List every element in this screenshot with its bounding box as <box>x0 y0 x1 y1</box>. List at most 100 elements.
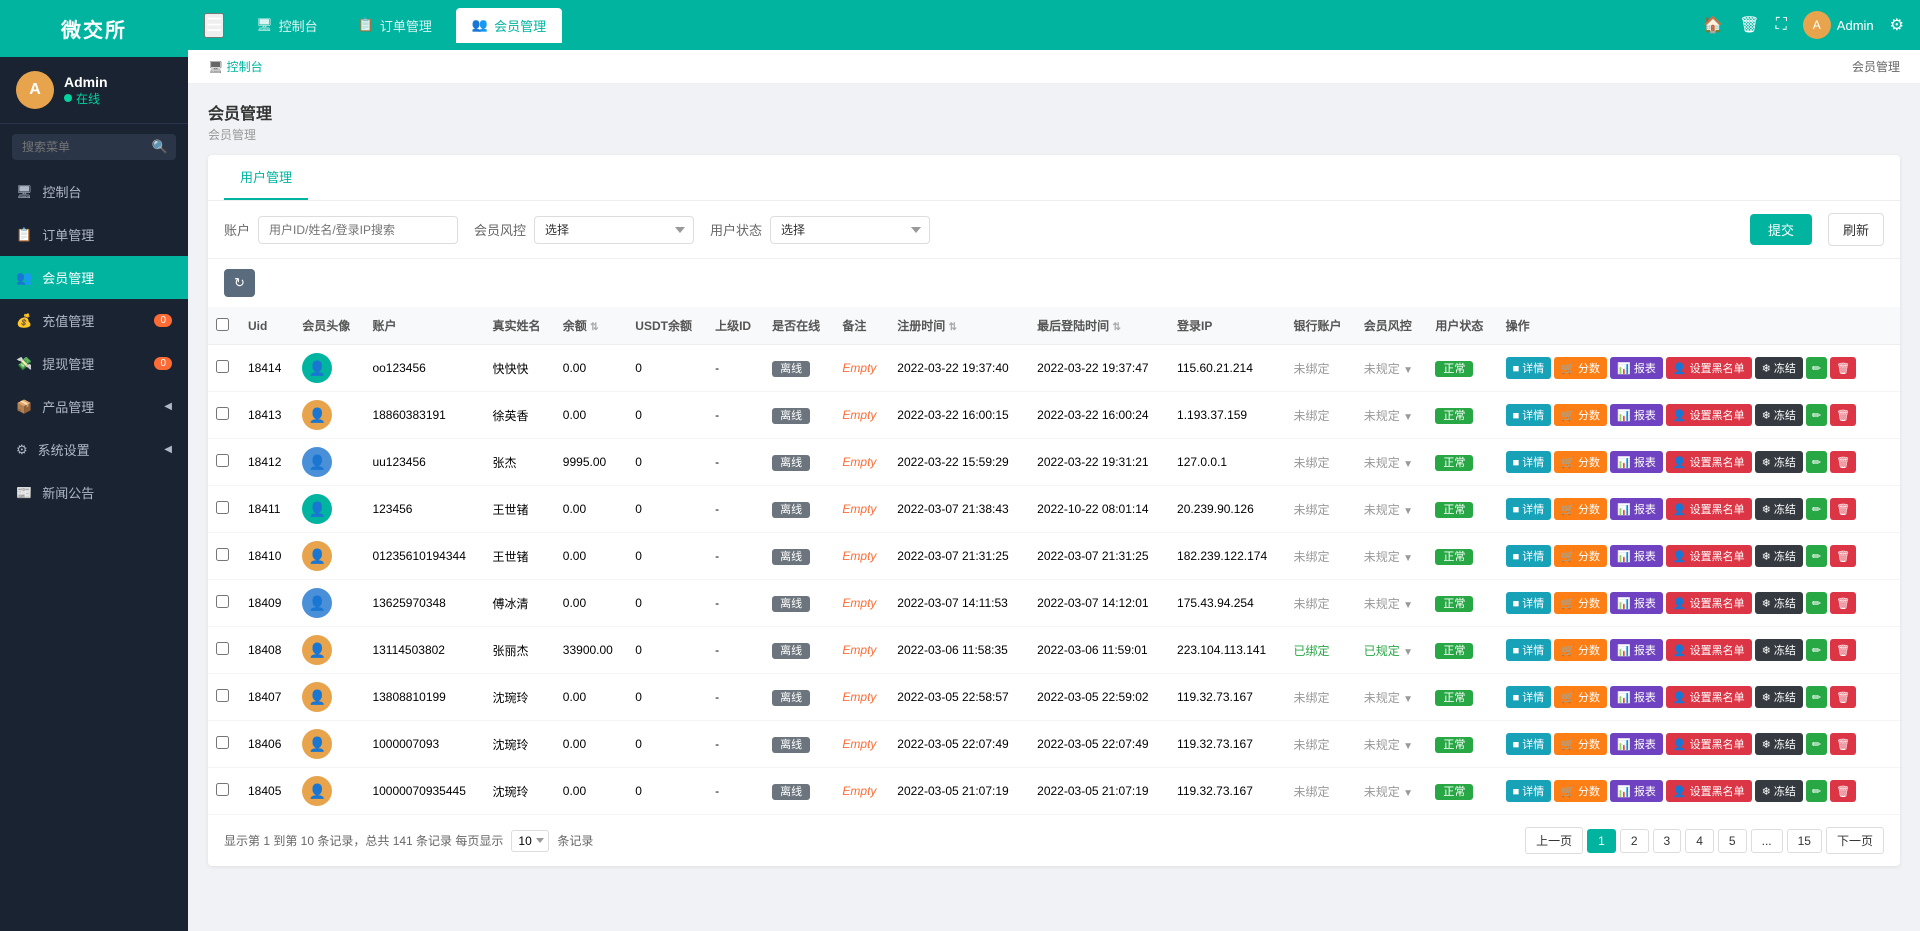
tab-user-management[interactable]: 用户管理 <box>224 155 308 200</box>
home-icon[interactable]: 🏠 <box>1703 15 1723 35</box>
blacklist-button[interactable]: 👤 设置黑名单 <box>1666 404 1752 426</box>
report-button[interactable]: 📊 报表 <box>1610 733 1663 755</box>
row-checkbox-2[interactable] <box>216 454 229 467</box>
edit-button[interactable]: ✏ <box>1806 545 1827 567</box>
page-2-button[interactable]: 2 <box>1620 829 1649 853</box>
freeze-button[interactable]: ❄ 冻结 <box>1755 780 1803 802</box>
detail-button[interactable]: ■ 详情 <box>1506 592 1552 614</box>
edit-button[interactable]: ✏ <box>1806 498 1827 520</box>
sidebar-item-orders[interactable]: 📋 订单管理 <box>0 213 188 256</box>
blacklist-button[interactable]: 👤 设置黑名单 <box>1666 545 1752 567</box>
score-button[interactable]: 🛒 分数 <box>1554 404 1607 426</box>
page-5-button[interactable]: 5 <box>1718 829 1747 853</box>
report-button[interactable]: 📊 报表 <box>1610 357 1663 379</box>
freeze-button[interactable]: ❄ 冻结 <box>1755 498 1803 520</box>
report-button[interactable]: 📊 报表 <box>1610 686 1663 708</box>
score-button[interactable]: 🛒 分数 <box>1554 451 1607 473</box>
breadcrumb-dashboard[interactable]: 控制台 <box>227 60 263 74</box>
edit-button[interactable]: ✏ <box>1806 686 1827 708</box>
sidebar-item-dashboard[interactable]: 🖥 控制台 <box>0 170 188 213</box>
next-page-button[interactable]: 下一页 <box>1826 827 1884 854</box>
delete-button[interactable]: 🗑 <box>1830 733 1856 755</box>
report-button[interactable]: 📊 报表 <box>1610 404 1663 426</box>
freeze-button[interactable]: ❄ 冻结 <box>1755 357 1803 379</box>
tab-members[interactable]: 👥 会员管理 <box>456 8 562 43</box>
trash-icon[interactable]: 🗑 <box>1739 15 1759 35</box>
freeze-button[interactable]: ❄ 冻结 <box>1755 404 1803 426</box>
row-checkbox-3[interactable] <box>216 501 229 514</box>
freeze-button[interactable]: ❄ 冻结 <box>1755 733 1803 755</box>
delete-button[interactable]: 🗑 <box>1830 451 1856 473</box>
row-checkbox-7[interactable] <box>216 689 229 702</box>
menu-toggle-button[interactable]: ☰ <box>204 13 224 38</box>
blacklist-button[interactable]: 👤 设置黑名单 <box>1666 451 1752 473</box>
edit-button[interactable]: ✏ <box>1806 404 1827 426</box>
delete-button[interactable]: 🗑 <box>1830 780 1856 802</box>
blacklist-button[interactable]: 👤 设置黑名单 <box>1666 498 1752 520</box>
filter-status-select[interactable]: 选择 正常 冻结 <box>770 216 930 244</box>
score-button[interactable]: 🛒 分数 <box>1554 357 1607 379</box>
edit-button[interactable]: ✏ <box>1806 592 1827 614</box>
blacklist-button[interactable]: 👤 设置黑名单 <box>1666 639 1752 661</box>
detail-button[interactable]: ■ 详情 <box>1506 545 1552 567</box>
score-button[interactable]: 🛒 分数 <box>1554 545 1607 567</box>
select-all-checkbox[interactable] <box>216 318 229 331</box>
report-button[interactable]: 📊 报表 <box>1610 545 1663 567</box>
detail-button[interactable]: ■ 详情 <box>1506 498 1552 520</box>
freeze-button[interactable]: ❄ 冻结 <box>1755 451 1803 473</box>
row-checkbox-6[interactable] <box>216 642 229 655</box>
detail-button[interactable]: ■ 详情 <box>1506 780 1552 802</box>
prev-page-button[interactable]: 上一页 <box>1525 827 1583 854</box>
edit-button[interactable]: ✏ <box>1806 451 1827 473</box>
page-3-button[interactable]: 3 <box>1653 829 1682 853</box>
row-checkbox-9[interactable] <box>216 783 229 796</box>
page-size-select[interactable]: 10 20 50 <box>511 830 549 852</box>
detail-button[interactable]: ■ 详情 <box>1506 686 1552 708</box>
fullscreen-icon[interactable]: ⛶ <box>1776 16 1787 34</box>
sidebar-item-settings[interactable]: ⚙ 系统设置 ◀ <box>0 428 188 471</box>
page-1-button[interactable]: 1 <box>1587 829 1616 853</box>
detail-button[interactable]: ■ 详情 <box>1506 357 1552 379</box>
report-button[interactable]: 📊 报表 <box>1610 451 1663 473</box>
detail-button[interactable]: ■ 详情 <box>1506 733 1552 755</box>
row-checkbox-1[interactable] <box>216 407 229 420</box>
row-checkbox-4[interactable] <box>216 548 229 561</box>
freeze-button[interactable]: ❄ 冻结 <box>1755 592 1803 614</box>
table-refresh-button[interactable]: ↻ <box>224 269 255 297</box>
score-button[interactable]: 🛒 分数 <box>1554 498 1607 520</box>
freeze-button[interactable]: ❄ 冻结 <box>1755 639 1803 661</box>
tab-orders[interactable]: 📋 订单管理 <box>342 8 448 43</box>
tab-dashboard[interactable]: 🖥 控制台 <box>240 8 334 43</box>
refresh-button[interactable]: 刷新 <box>1828 213 1884 246</box>
freeze-button[interactable]: ❄ 冻结 <box>1755 545 1803 567</box>
delete-button[interactable]: 🗑 <box>1830 357 1856 379</box>
sidebar-item-members[interactable]: 👥 会员管理 <box>0 256 188 299</box>
sidebar-item-recharge[interactable]: 💰 充值管理 0 <box>0 299 188 342</box>
submit-button[interactable]: 提交 <box>1750 214 1812 245</box>
delete-button[interactable]: 🗑 <box>1830 592 1856 614</box>
blacklist-button[interactable]: 👤 设置黑名单 <box>1666 357 1752 379</box>
score-button[interactable]: 🛒 分数 <box>1554 780 1607 802</box>
delete-button[interactable]: 🗑 <box>1830 498 1856 520</box>
sidebar-item-withdraw[interactable]: 💸 提现管理 0 <box>0 342 188 385</box>
blacklist-button[interactable]: 👤 设置黑名单 <box>1666 592 1752 614</box>
report-button[interactable]: 📊 报表 <box>1610 592 1663 614</box>
sidebar-item-news[interactable]: 📰 新闻公告 <box>0 471 188 514</box>
page-15-button[interactable]: 15 <box>1787 829 1822 853</box>
edit-button[interactable]: ✏ <box>1806 780 1827 802</box>
filter-account-input[interactable] <box>258 216 458 244</box>
edit-button[interactable]: ✏ <box>1806 357 1827 379</box>
delete-button[interactable]: 🗑 <box>1830 686 1856 708</box>
detail-button[interactable]: ■ 详情 <box>1506 639 1552 661</box>
delete-button[interactable]: 🗑 <box>1830 639 1856 661</box>
report-button[interactable]: 📊 报表 <box>1610 498 1663 520</box>
score-button[interactable]: 🛒 分数 <box>1554 639 1607 661</box>
row-checkbox-0[interactable] <box>216 360 229 373</box>
blacklist-button[interactable]: 👤 设置黑名单 <box>1666 733 1752 755</box>
delete-button[interactable]: 🗑 <box>1830 404 1856 426</box>
report-button[interactable]: 📊 报表 <box>1610 639 1663 661</box>
row-checkbox-8[interactable] <box>216 736 229 749</box>
freeze-button[interactable]: ❄ 冻结 <box>1755 686 1803 708</box>
filter-risk-select[interactable]: 选择 未规定 已规定 <box>534 216 694 244</box>
settings-gear-icon[interactable]: ⚙ <box>1890 15 1904 35</box>
